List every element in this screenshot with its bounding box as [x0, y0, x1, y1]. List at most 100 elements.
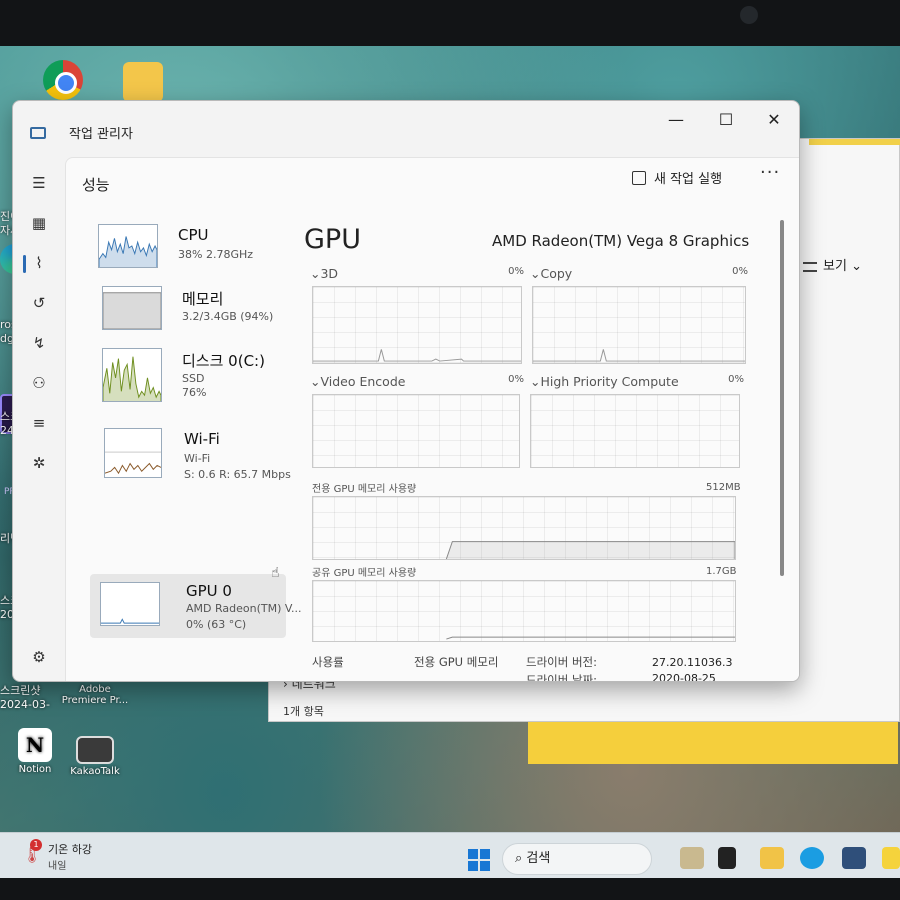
perf-item-cpu[interactable]: CPU 38% 2.78GHz: [90, 216, 286, 278]
desktop-icon-kakaotalk[interactable]: KakaoTalk: [60, 736, 130, 777]
driver-version-label: 드라이버 버전:: [526, 655, 598, 669]
page-title: 성능: [82, 176, 110, 194]
active-indicator: [23, 255, 26, 273]
driver-date-label: 드라이버 날짜:: [526, 673, 598, 682]
more-options-button[interactable]: ···: [760, 162, 780, 183]
details-icon[interactable]: ≡: [29, 413, 49, 433]
services-icon[interactable]: ✲: [29, 453, 49, 473]
navigation-rail: ☰ ▦ ⌇ ↺ ↯ ⚇ ≡ ✲ ⚙: [13, 157, 65, 681]
widgets-icon[interactable]: [680, 847, 704, 869]
task-view-icon[interactable]: [718, 847, 736, 869]
title-bar[interactable]: 작업 관리자 — ☐ ✕: [13, 101, 799, 142]
engine-label-copy[interactable]: ⌄Copy: [530, 266, 572, 281]
startup-apps-icon[interactable]: ↯: [29, 333, 49, 353]
window-title: 작업 관리자: [69, 127, 133, 142]
monitor-bezel-top: [0, 0, 900, 46]
shared-memory-max: 1.7GB: [706, 566, 737, 577]
settings-gear-icon[interactable]: ⚙: [29, 647, 49, 667]
maximize-button[interactable]: ☐: [703, 105, 749, 135]
perf-item-detail: 0% (63 °C): [186, 618, 247, 631]
performance-icon[interactable]: ⌇: [29, 253, 49, 273]
task-manager-icon: [30, 127, 46, 139]
app-history-icon[interactable]: ↺: [29, 293, 49, 313]
monitor-bezel-bottom: [0, 878, 900, 900]
perf-item-detail: 38% 2.78GHz: [178, 248, 254, 261]
users-icon[interactable]: ⚇: [29, 373, 49, 393]
desktop-label: 스크린샷: [0, 684, 41, 697]
explorer-accent: [809, 139, 900, 145]
engine-label-video-encode[interactable]: ⌄Video Encode: [310, 374, 405, 389]
engine-label-high-priority-compute[interactable]: ⌄High Priority Compute: [530, 374, 679, 389]
view-icon: [803, 261, 817, 272]
view-button[interactable]: 보기 ⌄: [803, 255, 862, 274]
chevron-down-icon: ⌄: [851, 259, 862, 274]
shared-memory-label: 공유 GPU 메모리 사용량: [312, 568, 417, 579]
dedicated-memory-max: 512MB: [706, 482, 741, 493]
item-count: 1개 항목: [283, 705, 324, 718]
taskbar-search[interactable]: ⌕ 검색: [502, 843, 652, 875]
desktop-icon-chrome[interactable]: [28, 60, 98, 102]
graph-copy: [532, 286, 746, 364]
driver-date-value: 2020-08-25: [652, 672, 716, 682]
kakaotalk-taskbar-icon[interactable]: [882, 847, 900, 869]
edge-icon[interactable]: [800, 847, 824, 869]
task-manager-window[interactable]: 작업 관리자 — ☐ ✕ ☰ ▦ ⌇ ↺ ↯ ⚇ ≡ ✲ ⚙ 성능 새 작업 실…: [12, 100, 800, 682]
file-explorer-icon[interactable]: [760, 847, 784, 869]
perf-item-gpu[interactable]: GPU 0 AMD Radeon(TM) V... 0% (63 °C): [90, 574, 301, 638]
run-new-task-button[interactable]: 새 작업 실행: [632, 168, 722, 187]
processes-icon[interactable]: ▦: [29, 213, 49, 233]
folder-icon: [123, 62, 163, 102]
perf-item-name: CPU: [178, 226, 209, 244]
perf-item-memory[interactable]: 메모리 3.2/3.4GB (94%): [90, 278, 286, 340]
perf-item-name: GPU 0: [186, 582, 232, 600]
weather-title: 기온 하강: [48, 843, 92, 856]
minimize-button[interactable]: —: [653, 105, 699, 135]
search-icon: ⌕: [515, 851, 523, 866]
new-task-icon: [632, 171, 646, 185]
graph-video-encode: [312, 394, 520, 468]
disk-thumbnail-graph: [102, 348, 162, 402]
hamburger-menu-icon[interactable]: ☰: [29, 173, 49, 193]
perf-item-detail: S: 0.6 R: 65.7 Mbps: [184, 468, 291, 481]
search-label: 검색: [526, 851, 551, 866]
store-icon[interactable]: [842, 847, 866, 869]
perf-item-disk[interactable]: 디스크 0(C:) SSD 76%: [90, 340, 286, 414]
chevron-down-icon: ⌄: [530, 266, 541, 281]
engine-percent: 0%: [508, 266, 524, 277]
desktop-icon-label: Adobe Premiere Pr...: [61, 684, 129, 706]
chevron-down-icon: ⌄: [310, 374, 321, 389]
perf-item-detail: 3.2/3.4GB (94%): [182, 310, 274, 323]
driver-version-value: 27.20.11036.3: [652, 656, 733, 669]
usage-label: 사용률: [312, 655, 344, 669]
desktop-icon-folder[interactable]: [108, 62, 178, 104]
notification-badge: 1: [30, 839, 42, 851]
chrome-icon: [43, 60, 83, 100]
desktop-edge-text: 스크린샷 2024-03-: [0, 684, 50, 712]
perf-item-wifi[interactable]: Wi-Fi Wi-Fi S: 0.6 R: 65.7 Mbps: [90, 420, 291, 490]
mouse-cursor-icon: ☝: [271, 565, 280, 581]
graph-3d: [312, 286, 522, 364]
gpu-model: AMD Radeon(TM) Vega 8 Graphics: [492, 232, 750, 250]
engine-label-3d[interactable]: ⌄3D: [310, 266, 338, 281]
close-button[interactable]: ✕: [751, 105, 797, 135]
dedicated-memory-stat-label: 전용 GPU 메모리: [414, 655, 499, 669]
vertical-scrollbar[interactable]: [780, 220, 784, 576]
perf-item-name: Wi-Fi: [184, 430, 220, 448]
view-label: 보기: [823, 259, 847, 274]
perf-item-name: 메모리: [182, 290, 224, 308]
dedicated-memory-label: 전용 GPU 메모리 사용량: [312, 484, 417, 495]
graph-shared-memory: [312, 580, 736, 642]
chevron-down-icon: ⌄: [310, 266, 321, 281]
weather-subtitle: 내일: [48, 861, 67, 872]
background-window-yellow: [528, 722, 898, 764]
engine-percent: 0%: [732, 266, 748, 277]
memory-thumbnail-graph: [102, 286, 162, 330]
taskbar: 🌡 1 기온 하강 내일 ⌕ 검색: [0, 832, 900, 878]
webcam: [740, 6, 758, 24]
graph-dedicated-memory: [312, 496, 736, 560]
performance-panel: 성능 새 작업 실행 ··· CPU 38% 2.78GHz 메모리 3.2/3…: [65, 157, 799, 682]
cpu-thumbnail-graph: [98, 224, 158, 268]
wifi-thumbnail-graph: [104, 428, 162, 478]
desktop-icon-premiere[interactable]: Adobe Premiere Pr...: [60, 684, 130, 706]
start-button-windows-icon[interactable]: [468, 849, 490, 871]
